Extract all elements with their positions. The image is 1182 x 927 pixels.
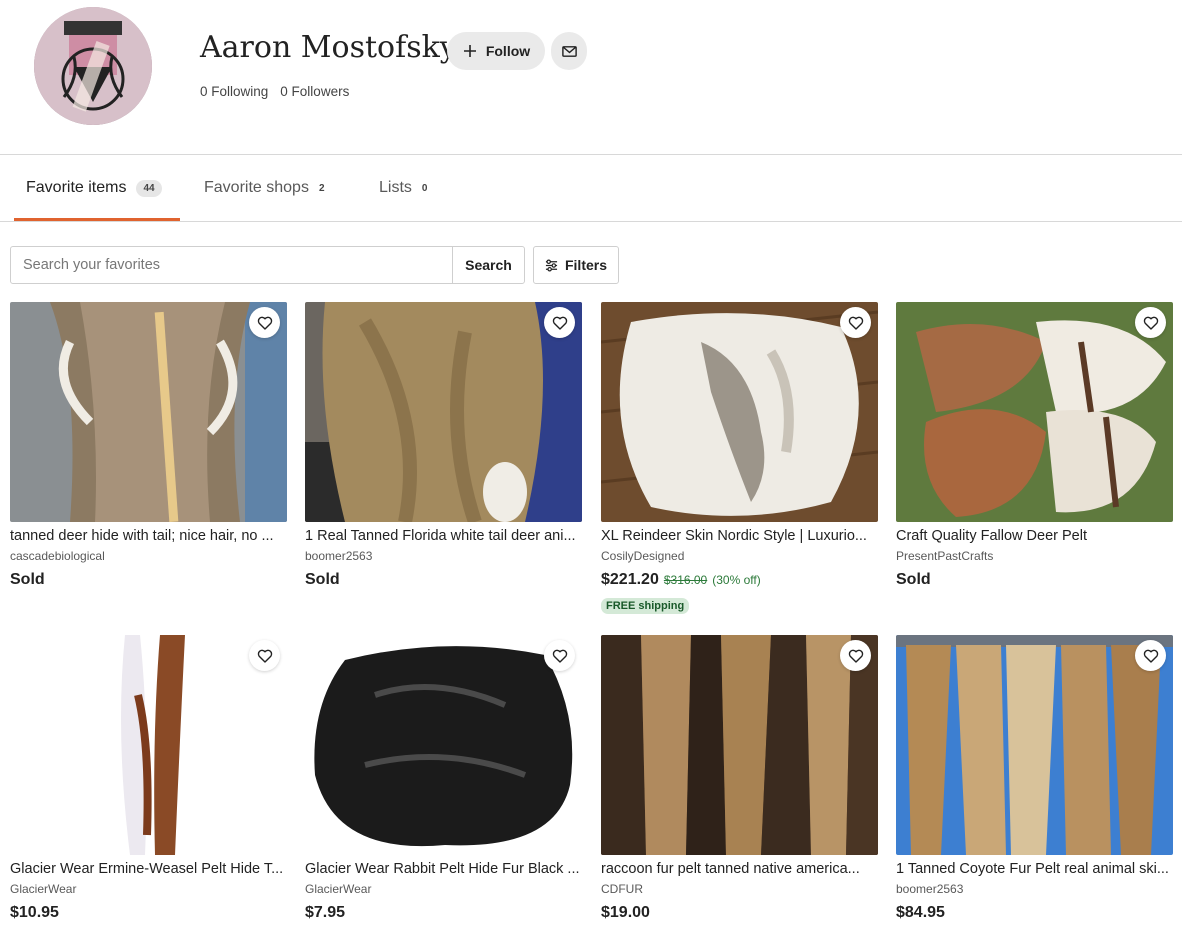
item-price-line: $221.20 $316.00 (30% off) — [601, 571, 878, 591]
fallow-deer-pelt-photo — [896, 302, 1173, 522]
favorite-button[interactable] — [249, 307, 280, 338]
heart-outline-icon — [1143, 649, 1158, 663]
list-item[interactable]: 1 Tanned Coyote Fur Pelt real animal ski… — [896, 635, 1173, 924]
tab-label: Favorite shops — [204, 179, 309, 196]
envelope-icon — [561, 45, 577, 57]
item-image[interactable] — [305, 302, 582, 522]
plus-icon — [463, 45, 476, 57]
item-shop[interactable]: CosilyDesigned — [601, 549, 878, 565]
item-status: Sold — [305, 571, 340, 588]
item-image[interactable] — [10, 302, 287, 522]
item-image[interactable] — [10, 635, 287, 855]
heart-outline-icon — [257, 649, 272, 663]
item-title[interactable]: 1 Tanned Coyote Fur Pelt real animal ski… — [896, 861, 1173, 880]
heart-outline-icon — [848, 649, 863, 663]
following-link[interactable]: 0 Following — [200, 84, 268, 99]
item-image[interactable] — [305, 635, 582, 855]
list-item[interactable]: tanned deer hide with tail; nice hair, n… — [10, 302, 287, 591]
tab-label: Favorite items — [26, 179, 127, 196]
item-title[interactable]: Craft Quality Fallow Deer Pelt — [896, 528, 1173, 547]
coyote-fur-photo — [896, 635, 1173, 855]
rabbit-pelt-photo — [305, 635, 582, 855]
filters-button[interactable]: Filters — [533, 246, 619, 284]
item-shop[interactable]: boomer2563 — [896, 882, 1173, 898]
ermine-pelt-photo — [10, 635, 287, 855]
item-shop[interactable]: cascadebiological — [10, 549, 287, 565]
list-item[interactable]: Glacier Wear Rabbit Pelt Hide Fur Black … — [305, 635, 582, 924]
follow-button-label: Follow — [485, 43, 531, 59]
item-title[interactable]: Glacier Wear Rabbit Pelt Hide Fur Black … — [305, 861, 582, 880]
deer-hide-photo — [10, 302, 287, 522]
sliders-icon — [545, 259, 558, 271]
item-title[interactable]: Glacier Wear Ermine-Weasel Pelt Hide T..… — [10, 861, 287, 880]
deer-fur-photo — [305, 302, 582, 522]
active-tab-indicator — [14, 218, 180, 221]
item-status: Sold — [10, 571, 45, 588]
follow-button[interactable]: Follow — [447, 32, 545, 70]
favorite-button[interactable] — [1135, 307, 1166, 338]
item-price: $10.95 — [10, 904, 59, 921]
favorites-search: Search — [10, 246, 525, 284]
tab-label: Lists — [379, 179, 412, 196]
item-price: $19.00 — [601, 904, 650, 921]
favorite-button[interactable] — [840, 640, 871, 671]
heart-outline-icon — [1143, 316, 1158, 330]
item-status: Sold — [896, 571, 931, 588]
item-shop[interactable]: boomer2563 — [305, 549, 582, 565]
heart-outline-icon — [552, 649, 567, 663]
item-original-price: $316.00 — [663, 573, 708, 587]
tab-favorite-items[interactable]: Favorite items 44 — [26, 155, 162, 221]
followers-link[interactable]: 0 Followers — [280, 84, 349, 99]
item-image[interactable] — [601, 635, 878, 855]
list-item[interactable]: 1 Real Tanned Florida white tail deer an… — [305, 302, 582, 591]
item-shop[interactable]: CDFUR — [601, 882, 878, 898]
search-button[interactable]: Search — [452, 247, 524, 283]
list-item[interactable]: Craft Quality Fallow Deer Pelt PresentPa… — [896, 302, 1173, 591]
tab-lists[interactable]: Lists 0 — [379, 155, 427, 221]
item-image[interactable] — [896, 635, 1173, 855]
reindeer-skin-photo — [601, 302, 878, 522]
tab-count: 2 — [318, 182, 325, 194]
item-title[interactable]: raccoon fur pelt tanned native america..… — [601, 861, 878, 880]
heart-outline-icon — [552, 316, 567, 330]
free-shipping-badge: FREE shipping — [601, 598, 690, 614]
favorites-tabs: Favorite items 44 Favorite shops 2 Lists… — [0, 155, 1182, 222]
avatar-image — [34, 7, 152, 125]
item-image[interactable] — [601, 302, 878, 522]
follow-stats: 0 Following 0 Followers — [200, 84, 349, 99]
item-price: $7.95 — [305, 904, 346, 921]
tab-count: 44 — [136, 179, 162, 197]
favorite-button[interactable] — [249, 640, 280, 671]
tab-count: 0 — [421, 182, 428, 194]
filters-label: Filters — [564, 257, 607, 273]
search-input[interactable] — [11, 247, 452, 283]
avatar[interactable] — [34, 7, 152, 125]
profile-header: Aaron Mostofsky Follow 0 Following 0 Fol… — [0, 0, 1182, 155]
item-title[interactable]: XL Reindeer Skin Nordic Style | Luxurio.… — [601, 528, 878, 547]
item-discount: (30% off) — [712, 573, 761, 587]
raccoon-fur-photo — [601, 635, 878, 855]
favorite-button[interactable] — [840, 307, 871, 338]
favorite-button[interactable] — [544, 307, 575, 338]
item-title[interactable]: 1 Real Tanned Florida white tail deer an… — [305, 528, 582, 547]
profile-name: Aaron Mostofsky — [200, 30, 457, 65]
item-price: $221.20 — [601, 571, 659, 588]
heart-outline-icon — [257, 316, 272, 330]
item-shop[interactable]: PresentPastCrafts — [896, 549, 1173, 565]
list-item[interactable]: Glacier Wear Ermine-Weasel Pelt Hide T..… — [10, 635, 287, 924]
list-item[interactable]: XL Reindeer Skin Nordic Style | Luxurio.… — [601, 302, 878, 614]
item-title[interactable]: tanned deer hide with tail; nice hair, n… — [10, 528, 287, 547]
item-image[interactable] — [896, 302, 1173, 522]
item-shop[interactable]: GlacierWear — [10, 882, 287, 898]
tab-favorite-shops[interactable]: Favorite shops 2 — [204, 155, 325, 221]
favorite-button[interactable] — [1135, 640, 1166, 671]
favorite-button[interactable] — [544, 640, 575, 671]
message-button[interactable] — [551, 32, 587, 70]
item-shop[interactable]: GlacierWear — [305, 882, 582, 898]
list-item[interactable]: raccoon fur pelt tanned native america..… — [601, 635, 878, 924]
heart-outline-icon — [848, 316, 863, 330]
item-price: $84.95 — [896, 904, 945, 921]
